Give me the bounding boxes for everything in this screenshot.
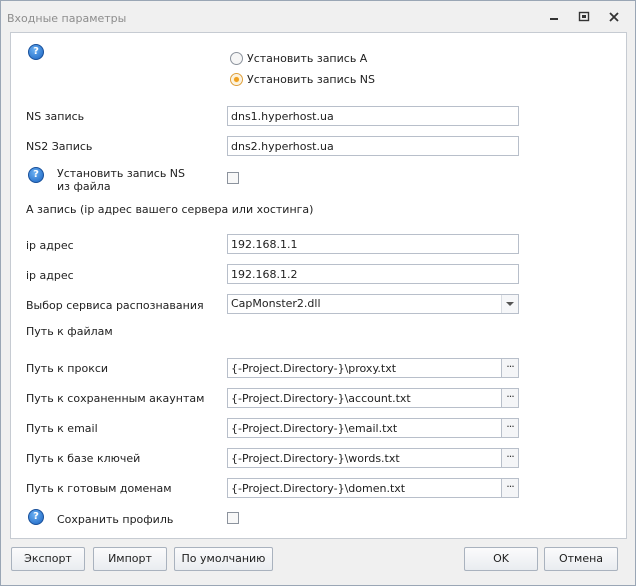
keys-path-label: Путь к базе ключей (26, 452, 141, 465)
radio-set-a-record-label[interactable]: Установить запись А (247, 52, 367, 65)
default-button[interactable]: По умолчанию (174, 547, 273, 571)
close-icon[interactable] (607, 11, 621, 23)
ip1-label: ip адрес (26, 239, 74, 252)
ip2-input[interactable] (227, 264, 519, 284)
cancel-button[interactable]: Отмена (544, 547, 618, 571)
radio-set-ns-record[interactable] (230, 73, 243, 86)
radio-set-ns-record-label[interactable]: Установить запись NS (247, 73, 375, 86)
export-button[interactable]: Экспорт (11, 547, 85, 571)
email-path-input[interactable] (227, 418, 502, 438)
captcha-service-select[interactable]: CapMonster2.dll (227, 294, 519, 314)
radio-set-a-record[interactable] (230, 52, 243, 65)
ns2-record-input[interactable] (227, 136, 519, 156)
ns-record-label: NS запись (26, 110, 85, 123)
help-icon[interactable]: ? (28, 509, 44, 525)
title-bar: Входные параметры (1, 1, 635, 33)
keys-path-input[interactable] (227, 448, 502, 468)
email-browse-button[interactable]: ··· (501, 418, 519, 438)
ns-from-file-checkbox[interactable] (227, 172, 239, 184)
help-icon[interactable]: ? (28, 167, 44, 183)
email-path-label: Путь к email (26, 422, 98, 435)
proxy-path-label: Путь к прокси (26, 362, 109, 375)
import-button[interactable]: Импорт (93, 547, 167, 571)
domains-browse-button[interactable]: ··· (501, 478, 519, 498)
proxy-path-input[interactable] (227, 358, 502, 378)
save-profile-label: Сохранить профиль (57, 513, 174, 526)
a-record-section-label: А запись (ip адрес вашего сервера или хо… (26, 203, 314, 216)
help-icon[interactable]: ? (28, 44, 44, 60)
save-profile-checkbox[interactable] (227, 512, 239, 524)
proxy-browse-button[interactable]: ··· (501, 358, 519, 378)
ns-record-input[interactable] (227, 106, 519, 126)
accounts-path-label: Путь к сохраненным акаунтам (26, 392, 205, 405)
maximize-icon[interactable] (577, 11, 591, 23)
window-title: Входные параметры (7, 12, 127, 25)
chevron-down-icon[interactable] (501, 295, 518, 313)
ns-from-file-label: Установить запись NS из файла (57, 167, 186, 193)
ip1-input[interactable] (227, 234, 519, 254)
accounts-browse-button[interactable]: ··· (501, 388, 519, 408)
minimize-icon[interactable] (547, 11, 561, 23)
paths-section-label: Путь к файлам (26, 325, 113, 338)
keys-browse-button[interactable]: ··· (501, 448, 519, 468)
accounts-path-input[interactable] (227, 388, 502, 408)
domains-path-input[interactable] (227, 478, 502, 498)
captcha-service-value: CapMonster2.dll (231, 297, 321, 310)
ip2-label: ip адрес (26, 269, 74, 282)
ok-button[interactable]: OK (464, 547, 538, 571)
dialog-window: Входные параметры ? Установить запись А … (0, 0, 636, 586)
parameters-panel: ? Установить запись А Установить запись … (10, 32, 627, 539)
domains-path-label: Путь к готовым доменам (26, 482, 172, 495)
ns2-record-label: NS2 Запись (26, 140, 93, 153)
captcha-service-label: Выбор сервиса распознавания (26, 299, 204, 312)
